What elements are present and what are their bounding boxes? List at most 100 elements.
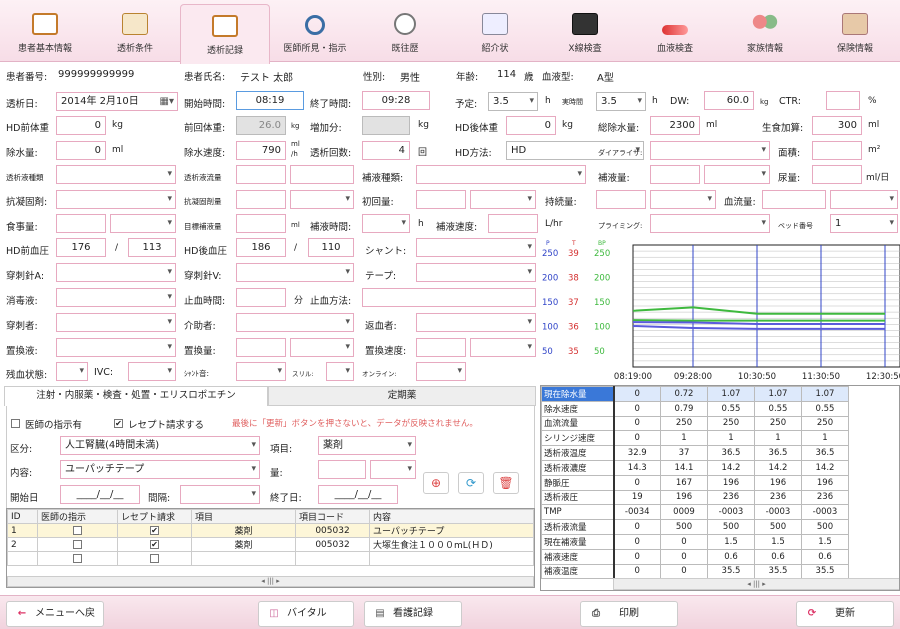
- anticoag-select[interactable]: [56, 190, 176, 209]
- pre-bp-diastolic-field[interactable]: 113: [128, 238, 176, 257]
- dializer-select[interactable]: [650, 141, 770, 160]
- supp-volume-field[interactable]: [650, 165, 700, 184]
- grid-cell[interactable]: -0034: [613, 504, 661, 521]
- grid-cell[interactable]: 500: [801, 519, 849, 535]
- calendar-icon[interactable]: ▦▾: [160, 93, 174, 110]
- grid-cell[interactable]: 500: [660, 519, 708, 535]
- back-to-menu-button[interactable]: ←メニューへ戻る: [6, 601, 104, 627]
- grid-cell[interactable]: 0: [613, 533, 661, 550]
- grid-cell[interactable]: 0: [613, 415, 661, 432]
- grid-cell[interactable]: 500: [754, 519, 802, 535]
- item-select[interactable]: 薬剤: [318, 436, 416, 455]
- dialysis-count-field[interactable]: 4: [362, 141, 410, 160]
- grid-cell[interactable]: 1.5: [754, 533, 802, 550]
- grid-cell[interactable]: -0003: [801, 504, 849, 521]
- first-dose-select[interactable]: [470, 190, 536, 209]
- grid-cell[interactable]: 196: [754, 474, 802, 491]
- grid-cell[interactable]: 19: [613, 489, 661, 506]
- grid-cell[interactable]: 0: [613, 430, 661, 447]
- grid-cell[interactable]: 0: [660, 533, 708, 550]
- grid-cell[interactable]: 0: [613, 386, 661, 402]
- tab-xray[interactable]: X線検査: [540, 0, 630, 62]
- blood-return-select[interactable]: [416, 313, 536, 332]
- grid-cell[interactable]: 0.6: [707, 548, 755, 565]
- supp-speed-field[interactable]: [488, 214, 538, 233]
- row-doctor-checkbox[interactable]: [73, 539, 82, 549]
- blood-flow-select[interactable]: [830, 190, 898, 209]
- grid-cell[interactable]: 14.2: [801, 459, 849, 476]
- grid-cell[interactable]: 14.2: [707, 459, 755, 476]
- grid-row[interactable]: 透析液流量 0 500 500 500 500: [541, 519, 849, 535]
- table-row[interactable]: 2 ✔ 薬剤 005032 大塚生食注１０００mL(ＨＤ): [7, 537, 534, 552]
- pre-bp-systolic-field[interactable]: 176: [56, 238, 106, 257]
- grid-cell[interactable]: 1.5: [801, 533, 849, 550]
- grid-cell[interactable]: 0.72: [660, 386, 708, 402]
- table-row[interactable]: 1 ✔ 薬剤 005032 ユーパッチテープ: [7, 523, 534, 538]
- grid-cell[interactable]: 0: [660, 563, 708, 580]
- continuous-field[interactable]: [596, 190, 646, 209]
- ctr-field[interactable]: [826, 91, 860, 110]
- hemostasis-method-field[interactable]: [362, 288, 536, 307]
- first-dose-field[interactable]: [416, 190, 466, 209]
- tape-select[interactable]: [416, 263, 536, 282]
- pre-weight-field[interactable]: 0: [56, 116, 106, 135]
- grid-cell[interactable]: 500: [707, 519, 755, 535]
- bed-number-select[interactable]: 1: [830, 214, 898, 233]
- receipt-checkbox[interactable]: ✔: [114, 419, 123, 428]
- grid-cell[interactable]: 36.5: [707, 445, 755, 461]
- reload-icon[interactable]: ⟳: [458, 472, 484, 494]
- grid-row[interactable]: 血流流量 0 250 250 250 250: [541, 415, 849, 432]
- machine-data-grid[interactable]: 現在除水量 0 0.72 1.07 1.07 1.07 除水速度 0 0.79 0.55 0.55 0…: [540, 385, 900, 591]
- shunt-select[interactable]: [416, 238, 536, 257]
- grid-cell[interactable]: 236: [801, 489, 849, 506]
- grid-cell[interactable]: 0: [613, 548, 661, 565]
- priming-select[interactable]: [650, 214, 770, 233]
- grid-cell[interactable]: 0: [613, 400, 661, 417]
- shunt-sound-select[interactable]: [236, 362, 286, 381]
- start-time-field[interactable]: 08:19: [236, 91, 304, 110]
- trash-icon[interactable]: 🗑: [493, 472, 519, 494]
- removal-field[interactable]: 0: [56, 141, 106, 160]
- grid-cell[interactable]: 0.55: [707, 400, 755, 417]
- grid-cell[interactable]: 36.5: [801, 445, 849, 461]
- grid-cell[interactable]: 0.55: [801, 400, 849, 417]
- list-horizontal-scrollbar[interactable]: ◂ ||| ▸: [7, 576, 534, 587]
- grid-row[interactable]: 透析液圧 19 196 236 236 236: [541, 489, 849, 506]
- puncturer-select[interactable]: [56, 313, 176, 332]
- grid-horizontal-scrollbar[interactable]: ◂ ||| ▸: [613, 578, 899, 590]
- tab-family[interactable]: 家族情報: [720, 0, 810, 62]
- assistant-select[interactable]: [236, 313, 354, 332]
- hemostasis-time-field[interactable]: [236, 288, 286, 307]
- fluid-flow-field-2[interactable]: [290, 165, 354, 184]
- row-receipt-checkbox[interactable]: ✔: [150, 525, 159, 535]
- supp-volume-select[interactable]: [704, 165, 770, 184]
- tab-stethoscope[interactable]: 医師所見・指示: [270, 0, 360, 62]
- doctor-order-checkbox[interactable]: [11, 419, 20, 428]
- quantity-unit-select[interactable]: [370, 460, 416, 479]
- grid-cell[interactable]: 1: [660, 430, 708, 447]
- fluid-flow-field[interactable]: [236, 165, 286, 184]
- replacement-speed-field[interactable]: [416, 338, 466, 357]
- grid-row[interactable]: 現在除水量 0 0.72 1.07 1.07 1.07: [541, 386, 849, 402]
- grid-cell[interactable]: 0: [613, 519, 661, 535]
- grid-cell[interactable]: 250: [660, 415, 708, 432]
- grid-row[interactable]: 透析液温度 32.9 37 36.5 36.5 36.5: [541, 445, 849, 461]
- grid-cell[interactable]: 0.79: [660, 400, 708, 417]
- supp-type-select[interactable]: [416, 165, 586, 184]
- residual-blood-select[interactable]: [56, 362, 88, 381]
- anticoag-qty-select[interactable]: [290, 190, 354, 209]
- nursing-record-button[interactable]: ▤ 看護記録: [364, 601, 462, 627]
- grid-cell[interactable]: 196: [707, 474, 755, 491]
- area-field[interactable]: [812, 141, 862, 160]
- quantity-field[interactable]: [318, 460, 366, 479]
- grid-cell[interactable]: -0003: [754, 504, 802, 521]
- grid-cell[interactable]: 1.07: [801, 386, 849, 402]
- tab-clipboard-pen[interactable]: 透析条件: [90, 0, 180, 62]
- continuous-select[interactable]: [650, 190, 716, 209]
- grid-cell[interactable]: 14.2: [754, 459, 802, 476]
- post-bp-diastolic-field[interactable]: 110: [308, 238, 354, 257]
- target-supp-field[interactable]: [236, 214, 286, 233]
- online-select[interactable]: [416, 362, 466, 381]
- tab-injection[interactable]: 注射・内服薬・検査・処置・エリスロポエチン: [4, 386, 268, 406]
- tab-clock[interactable]: 既往歴: [360, 0, 450, 62]
